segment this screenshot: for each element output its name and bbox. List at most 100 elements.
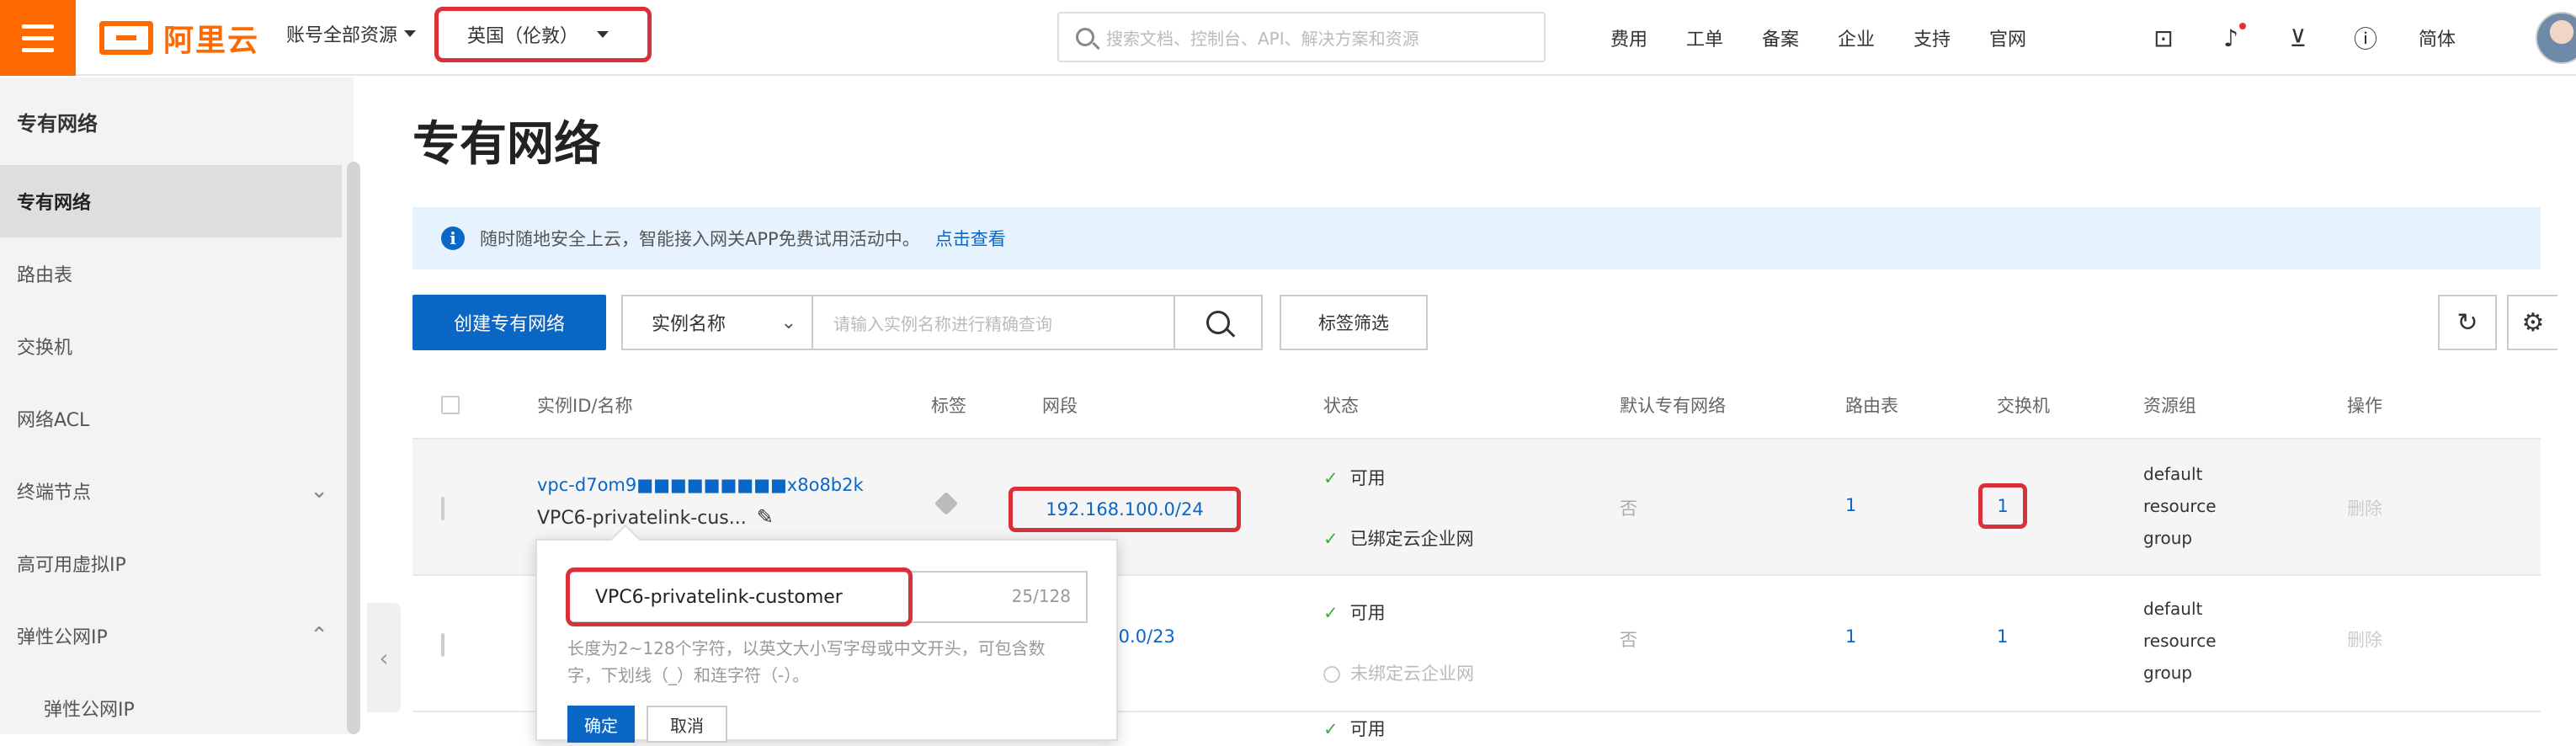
account-scope-label: 账号全部资源	[286, 25, 398, 46]
column-header-route-tables: 路由表	[1845, 396, 1898, 416]
vswitch-count-link[interactable]: 1	[1997, 496, 2008, 516]
vpc-name-input[interactable]: VPC6-privatelink-customer 25/128	[566, 567, 1088, 626]
help-icon[interactable]: ⓘ	[2332, 21, 2399, 55]
status-available: ✓ 可用	[1323, 465, 1386, 490]
sidebar-item-label: 网络ACL	[17, 410, 90, 431]
terminal-icon[interactable]: ⊡	[2130, 24, 2197, 52]
vswitch-count-link[interactable]: 1	[1997, 626, 2008, 647]
nav-link-icp[interactable]: 备案	[1743, 24, 1818, 51]
edit-icon[interactable]: ✎	[757, 505, 774, 529]
settings-button[interactable]: ⚙	[2507, 295, 2557, 350]
confirm-button[interactable]: 确定	[567, 706, 635, 743]
row-checkbox[interactable]	[441, 633, 444, 657]
sidebar-item-endpoints[interactable]: 终端节点 ⌄	[0, 455, 354, 527]
instance-search-placeholder: 请输入实例名称进行精确查询	[833, 313, 1052, 334]
status-available: ✓ 可用	[1323, 716, 1386, 741]
sidebar-item-route-tables[interactable]: 路由表	[0, 237, 354, 310]
row-checkbox[interactable]	[441, 497, 444, 520]
column-header-resource-group: 资源组	[2143, 396, 2196, 416]
filter-field-select[interactable]: 实例名称 ⌄	[621, 295, 812, 350]
notification-dot	[2239, 22, 2246, 29]
vpc-name: VPC6-privatelink-cus... ✎	[537, 505, 774, 529]
region-selector[interactable]: 英国（伦敦）	[434, 7, 652, 62]
toolbar: 创建专有网络 实例名称 ⌄ 请输入实例名称进行精确查询 标签筛选 ↻ ⚙	[412, 295, 2557, 350]
resource-group-line: resource	[2143, 631, 2217, 651]
region-label: 英国（伦敦）	[467, 26, 579, 47]
cancel-button[interactable]: 取消	[647, 706, 727, 743]
sidebar-item-vswitches[interactable]: 交换机	[0, 310, 354, 382]
refresh-button[interactable]: ↻	[2438, 295, 2497, 350]
menu-icon[interactable]	[0, 0, 76, 76]
checkbox-box	[441, 497, 444, 520]
nav-link-billing[interactable]: 费用	[1591, 24, 1667, 51]
cart-icon[interactable]: ⊻	[2265, 24, 2332, 52]
status-cen: 未绑定云企业网	[1323, 660, 1474, 685]
chevron-up-icon: ⌃	[310, 623, 328, 648]
global-search-placeholder: 搜索文档、控制台、API、解决方案和资源	[1106, 28, 1419, 49]
tag-filter-button[interactable]: 标签筛选	[1280, 295, 1428, 350]
sidebar-item-label: 路由表	[17, 265, 73, 286]
aliyun-logo[interactable]: 阿里云	[99, 15, 259, 61]
nav-link-official-site[interactable]: 官网	[1970, 24, 2046, 51]
route-table-count-link[interactable]: 1	[1845, 495, 1856, 515]
check-icon: ✓	[1323, 719, 1339, 739]
vpc-name-input-value: VPC6-privatelink-customer	[566, 567, 913, 626]
rename-popover: VPC6-privatelink-customer 25/128 长度为2~12…	[535, 539, 1118, 743]
name-rule-hint: 长度为2~128个字符，以英文大小写字母或中文开头，可包含数字，下划线（_）和连…	[567, 638, 1046, 685]
sidebar-item-label: 弹性公网IP	[17, 627, 108, 648]
cen-status-text: 未绑定云企业网	[1350, 663, 1474, 684]
cidr-link[interactable]: 192.168.100.0/24	[1046, 499, 1203, 520]
column-header-tags: 标签	[931, 396, 966, 416]
route-table-count-link[interactable]: 1	[1845, 626, 1856, 647]
sidebar-item-label: 专有网络	[17, 193, 92, 214]
sidebar-item-network-acl[interactable]: 网络ACL	[0, 382, 354, 455]
resource-group: default resource group	[2143, 458, 2217, 554]
sidebar-item-eip-group[interactable]: 弹性公网IP ⌃	[0, 599, 354, 672]
create-vpc-button[interactable]: 创建专有网络	[412, 295, 606, 350]
page-title: 专有网络	[412, 117, 601, 172]
instance-search-input[interactable]: 请输入实例名称进行精确查询	[812, 295, 1174, 350]
checkbox-box	[441, 396, 460, 414]
top-nav-icons: ⊡ ♪ ⊻ ⓘ 简体	[2130, 0, 2475, 76]
column-header-actions: 操作	[2347, 396, 2382, 416]
status-text: 可用	[1349, 468, 1386, 488]
column-header-vswitches: 交换机	[1997, 396, 2050, 416]
default-vpc-value: 否	[1620, 498, 1637, 519]
delete-action[interactable]: 删除	[2347, 626, 2382, 652]
search-button[interactable]	[1174, 295, 1263, 350]
tag-icon[interactable]	[934, 491, 959, 516]
sidebar-item-havip[interactable]: 高可用虚拟IP	[0, 527, 354, 599]
sidebar: 专有网络 专有网络 路由表 交换机 网络ACL 终端节点 ⌄ 高可用虚拟IP 弹…	[0, 77, 360, 734]
status-text: 可用	[1349, 603, 1386, 623]
cidr-link[interactable]: .0.0/23	[1113, 626, 1175, 647]
account-scope-dropdown[interactable]: 账号全部资源	[286, 20, 417, 47]
vpc-id-link[interactable]: vpc-d7om9■■■■■■■■■x8o8b2k	[537, 475, 864, 495]
sidebar-item-vpc[interactable]: 专有网络	[0, 165, 342, 237]
resource-group-line: resource	[2143, 496, 2217, 516]
nav-link-enterprise[interactable]: 企业	[1818, 24, 1894, 51]
sidebar-item-eip[interactable]: 弹性公网IP	[0, 672, 354, 744]
resource-group: default resource group	[2143, 593, 2217, 689]
column-header-status: 状态	[1323, 396, 1359, 416]
avatar[interactable]	[2536, 12, 2576, 64]
delete-action[interactable]: 删除	[2347, 495, 2382, 520]
select-all-checkbox[interactable]	[441, 370, 460, 440]
sidebar-collapse-toggle[interactable]: ‹	[367, 603, 401, 712]
sidebar-title: 专有网络	[17, 111, 98, 136]
global-search-input[interactable]: 搜索文档、控制台、API、解决方案和资源	[1057, 12, 1546, 62]
notice-link[interactable]: 点击查看	[935, 226, 1006, 251]
sidebar-item-label: 弹性公网IP	[44, 700, 135, 721]
sidebar-scrollbar[interactable]	[347, 162, 360, 734]
table-header: 实例ID/名称 标签 网段 状态 默认专有网络 路由表 交换机 资源组 操作	[412, 370, 2541, 440]
cidr-highlight: 192.168.100.0/24	[1009, 487, 1241, 532]
language-switch[interactable]: 简体	[2399, 24, 2475, 51]
chevron-left-icon: ‹	[379, 643, 389, 672]
bell-icon[interactable]: ♪	[2197, 22, 2265, 52]
nav-link-tickets[interactable]: 工单	[1667, 24, 1743, 51]
nav-link-support[interactable]: 支持	[1894, 24, 1970, 51]
caret-down-icon	[404, 30, 417, 37]
checkbox-box	[441, 633, 444, 657]
top-navigation-bar: 阿里云 账号全部资源 英国（伦敦） 搜索文档、控制台、API、解决方案和资源 费…	[0, 0, 2576, 76]
search-icon	[1206, 311, 1230, 334]
vswitch-highlight: 1	[1978, 483, 2027, 529]
